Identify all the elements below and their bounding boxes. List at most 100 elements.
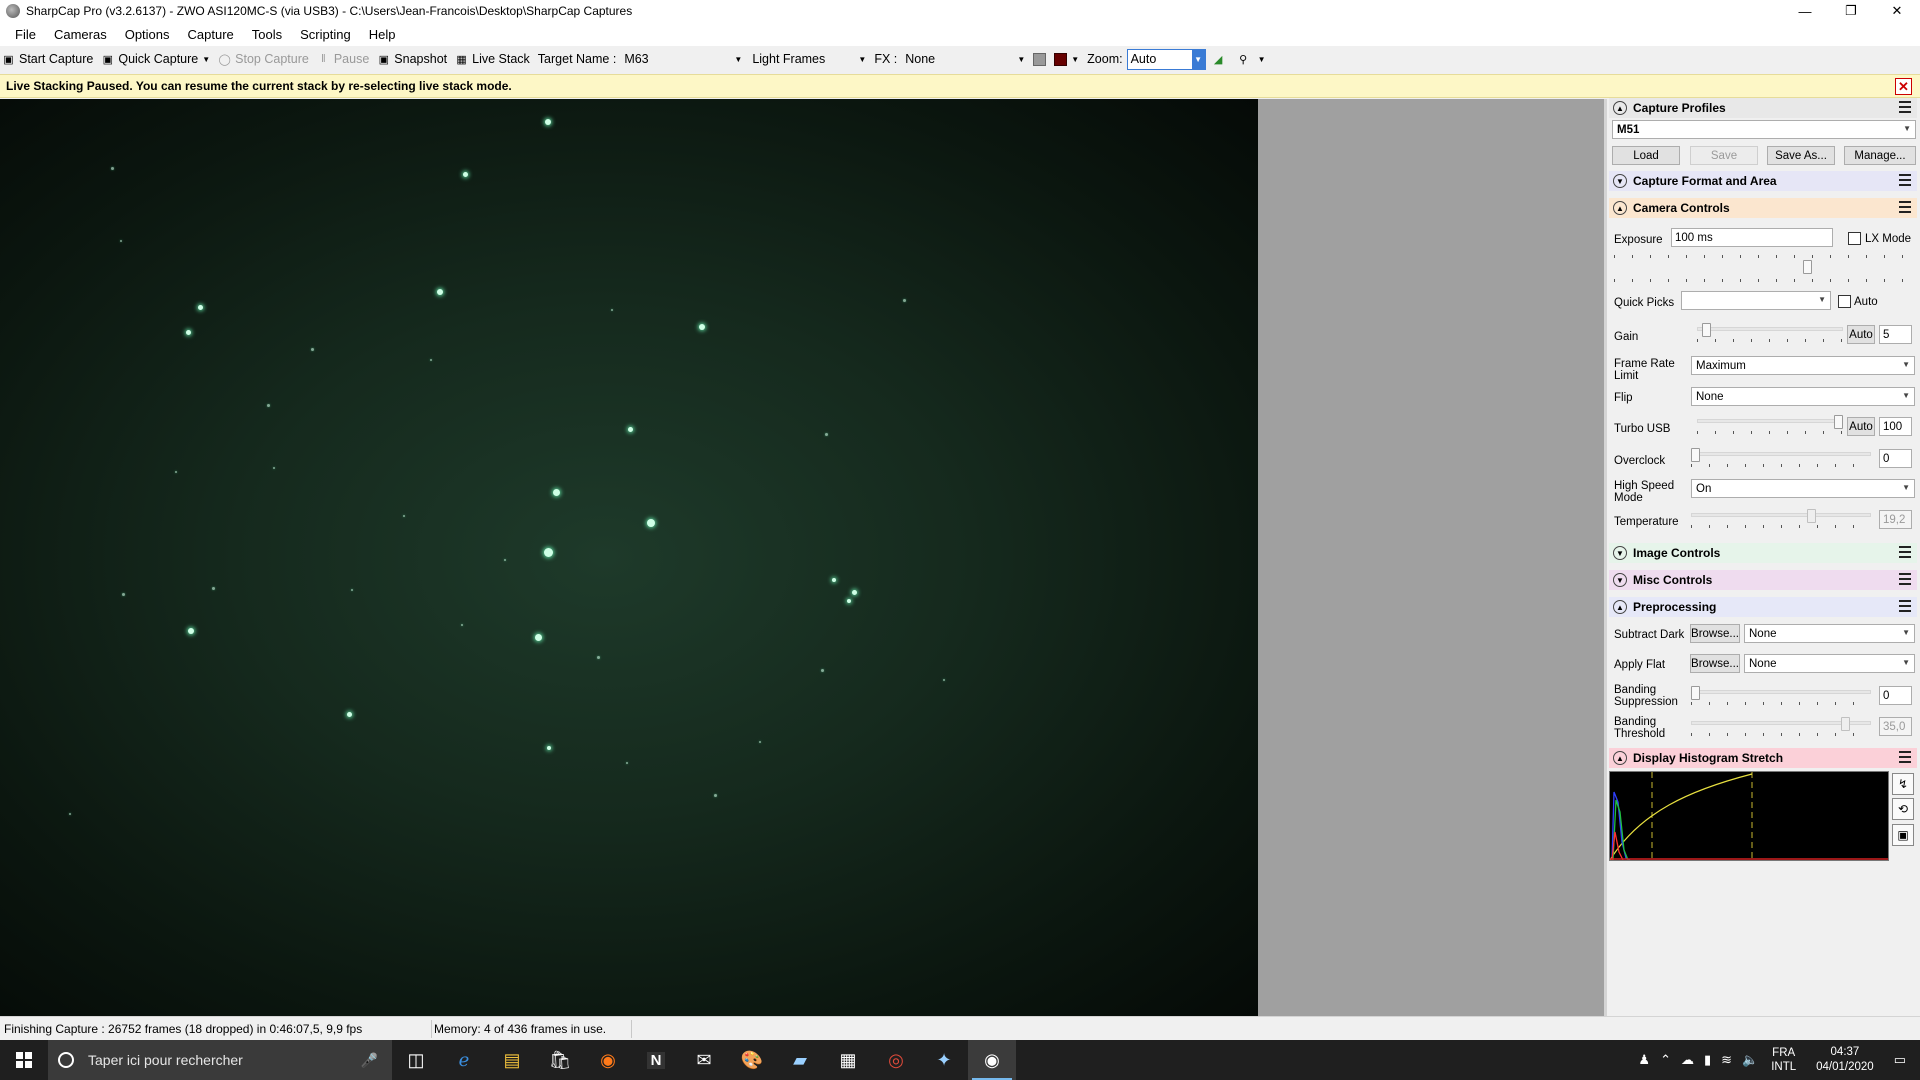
menu-icon[interactable]	[1899, 101, 1911, 113]
taskbar-calculator[interactable]: ▦	[824, 1040, 872, 1080]
menu-capture[interactable]: Capture	[179, 27, 243, 42]
frame-rate-select[interactable]: Maximum ▼	[1691, 356, 1915, 375]
gain-slider[interactable]	[1697, 323, 1843, 343]
manage-profiles-button[interactable]: Manage...	[1844, 146, 1916, 165]
close-window-button[interactable]: ✕	[1874, 0, 1920, 22]
browse-dark-button[interactable]: Browse...	[1690, 624, 1740, 643]
network-icon[interactable]: ≋	[1716, 1052, 1737, 1068]
zoom-combo[interactable]: Auto ▼	[1126, 48, 1206, 70]
turbo-value-input[interactable]: 100	[1879, 417, 1912, 436]
histogram-stretch-header[interactable]: ▲ Display Histogram Stretch	[1609, 748, 1917, 768]
close-icon[interactable]: ✕	[1895, 78, 1912, 95]
menu-icon[interactable]	[1899, 751, 1911, 763]
camera-preview-image[interactable]	[0, 99, 1258, 1016]
turbo-auto-button[interactable]: Auto	[1847, 417, 1875, 436]
flip-select[interactable]: None ▼	[1691, 387, 1915, 406]
menu-icon[interactable]	[1899, 201, 1911, 213]
minimize-button[interactable]: —	[1782, 0, 1828, 22]
profile-select[interactable]: M51 ▼	[1612, 120, 1916, 139]
quick-capture-button[interactable]: ▣ Quick Capture ▼	[101, 52, 211, 66]
capture-profiles-header[interactable]: ▲ Capture Profiles	[1609, 98, 1917, 118]
menu-scripting[interactable]: Scripting	[291, 27, 360, 42]
reset-stretch-button[interactable]: ⟲	[1892, 798, 1914, 820]
taskbar-edge[interactable]: ℯ	[440, 1040, 488, 1080]
target-name-combo[interactable]: M63 ▼	[624, 49, 742, 69]
chevron-down-icon[interactable]: ▼	[202, 55, 210, 64]
image-viewer[interactable]	[0, 99, 1604, 1016]
load-profile-button[interactable]: Load	[1612, 146, 1680, 165]
fx-combo[interactable]: None ▼	[905, 49, 1025, 69]
overclock-slider[interactable]	[1691, 448, 1871, 468]
exposure-slider-thumb[interactable]	[1803, 260, 1812, 274]
taskbar-paint[interactable]: 🎨	[728, 1040, 776, 1080]
save-stretch-button[interactable]: ▣	[1892, 824, 1914, 846]
browse-flat-button[interactable]: Browse...	[1690, 654, 1740, 673]
chevron-down-icon[interactable]: ▼	[1613, 573, 1627, 587]
colour-picker-button[interactable]: ▼	[1054, 52, 1079, 66]
stop-capture-button[interactable]: ◯ Stop Capture	[218, 52, 309, 66]
chevron-up-icon[interactable]: ▲	[1613, 201, 1627, 215]
onedrive-icon[interactable]: ☁	[1676, 1052, 1699, 1068]
dark-frame-select[interactable]: None ▼	[1744, 624, 1915, 643]
lx-mode-checkbox[interactable]	[1848, 232, 1861, 245]
image-controls-header[interactable]: ▼ Image Controls	[1609, 543, 1917, 563]
capture-format-header[interactable]: ▼ Capture Format and Area	[1609, 171, 1917, 191]
quick-picks-select[interactable]: ▼	[1681, 291, 1831, 310]
people-icon[interactable]: ♟	[1633, 1052, 1655, 1068]
save-as-profile-button[interactable]: Save As...	[1767, 146, 1835, 165]
chevron-up-icon[interactable]: ▲	[1613, 101, 1627, 115]
chevron-up-icon[interactable]: ▲	[1613, 751, 1627, 765]
gain-auto-button[interactable]: Auto	[1847, 325, 1875, 344]
high-speed-select[interactable]: On ▼	[1691, 479, 1915, 498]
zoom-tool-button[interactable]: ⚲ ▼	[1237, 53, 1265, 66]
frame-type-combo[interactable]: Light Frames ▼	[752, 49, 866, 69]
chevron-down-icon[interactable]: ▼	[1613, 546, 1627, 560]
snapshot-button[interactable]: ▣ Snapshot	[377, 52, 448, 66]
auto-stretch-button[interactable]: ↯	[1892, 773, 1914, 795]
preprocessing-header[interactable]: ▲ Preprocessing	[1609, 597, 1917, 617]
menu-icon[interactable]	[1899, 546, 1911, 558]
microphone-icon[interactable]: 🎤	[361, 1052, 378, 1069]
taskbar-clock[interactable]: 04:37 04/01/2020	[1804, 1045, 1886, 1075]
histogram-display[interactable]	[1609, 771, 1889, 861]
start-button[interactable]	[0, 1040, 48, 1080]
banding-suppression-input[interactable]: 0	[1879, 686, 1912, 705]
menu-file[interactable]: File	[6, 27, 45, 42]
turbo-usb-slider[interactable]	[1697, 415, 1843, 435]
volume-muted-icon[interactable]: 🔈	[1737, 1052, 1763, 1068]
taskbar-sharpcap[interactable]: ◉	[968, 1040, 1016, 1080]
overclock-slider-thumb[interactable]	[1691, 448, 1700, 462]
live-stack-button[interactable]: ▦ Live Stack	[455, 52, 529, 66]
taskbar-chrome[interactable]: ◎	[872, 1040, 920, 1080]
overclock-value-input[interactable]: 0	[1879, 449, 1912, 468]
taskbar-store[interactable]: 🛍	[536, 1040, 584, 1080]
save-profile-button[interactable]: Save	[1690, 146, 1758, 165]
maximize-button[interactable]: ❐	[1828, 0, 1874, 22]
grey-square-button[interactable]	[1033, 52, 1047, 66]
menu-icon[interactable]	[1899, 174, 1911, 186]
camera-controls-header[interactable]: ▲ Camera Controls	[1609, 198, 1917, 218]
quick-picks-auto-checkbox[interactable]	[1838, 295, 1851, 308]
taskbar-mail[interactable]: ✉	[680, 1040, 728, 1080]
taskbar-file-explorer[interactable]: ▤	[488, 1040, 536, 1080]
banding-suppression-slider[interactable]	[1691, 686, 1871, 706]
taskbar-stellarium[interactable]: ✦	[920, 1040, 968, 1080]
taskbar-firefox[interactable]: ◉	[584, 1040, 632, 1080]
turbo-slider-thumb[interactable]	[1834, 415, 1843, 429]
show-hidden-icons-icon[interactable]: ⌃	[1655, 1052, 1676, 1068]
input-language[interactable]: FRA INTL	[1763, 1046, 1804, 1074]
chevron-up-icon[interactable]: ▲	[1613, 600, 1627, 614]
flat-frame-select[interactable]: None ▼	[1744, 654, 1915, 673]
start-capture-button[interactable]: ▣ Start Capture	[2, 52, 93, 66]
histogram-toggle-button[interactable]: ◢	[1212, 53, 1229, 66]
gain-slider-thumb[interactable]	[1702, 323, 1711, 337]
menu-options[interactable]: Options	[116, 27, 179, 42]
task-view-button[interactable]: ◫	[392, 1040, 440, 1080]
menu-icon[interactable]	[1899, 573, 1911, 585]
menu-help[interactable]: Help	[360, 27, 405, 42]
taskbar-notepad[interactable]: ▰	[776, 1040, 824, 1080]
gain-value-input[interactable]: 5	[1879, 325, 1912, 344]
battery-icon[interactable]: ▮	[1699, 1052, 1716, 1068]
exposure-slider[interactable]	[1614, 253, 1914, 282]
exposure-input[interactable]: 100 ms	[1671, 228, 1833, 247]
